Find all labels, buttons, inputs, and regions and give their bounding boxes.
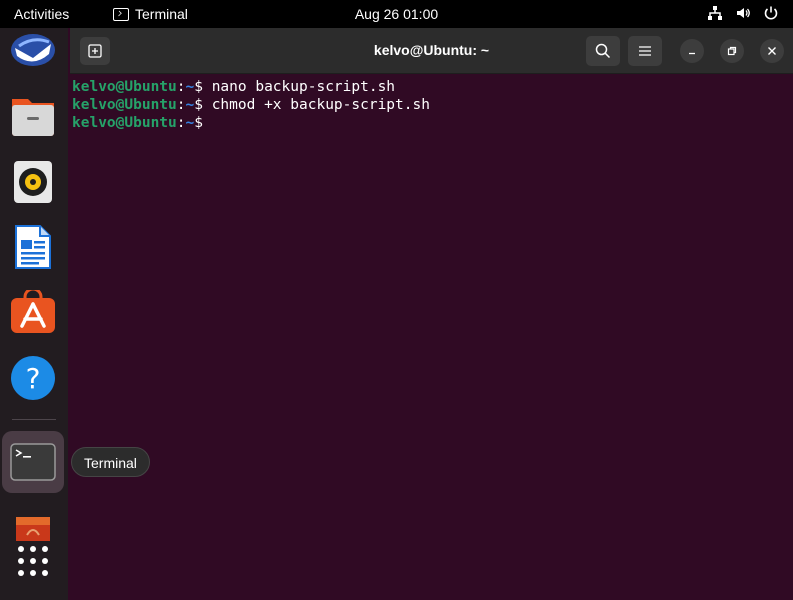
- command-text: nano backup-script.sh: [211, 79, 396, 95]
- prompt-user: kelvo@Ubuntu: [72, 115, 177, 131]
- volume-icon: [737, 8, 750, 18]
- prompt-colon: :: [176, 115, 186, 131]
- hamburger-menu-icon: [639, 46, 651, 56]
- terminal-line: kelvo@Ubuntu:~$: [72, 114, 791, 132]
- prompt-path: ~: [185, 115, 195, 131]
- dock-separator: [12, 419, 56, 420]
- prompt-path: ~: [185, 97, 195, 113]
- prompt-user: kelvo@Ubuntu: [72, 97, 177, 113]
- search-icon: [595, 43, 611, 59]
- prompt-symbol: $: [194, 115, 212, 131]
- prompt-path: ~: [185, 79, 195, 95]
- rhythmbox-icon: [14, 161, 52, 203]
- dock-tooltip: Terminal: [71, 447, 150, 477]
- system-status-area[interactable]: [707, 5, 779, 21]
- restore-icon: [727, 46, 737, 56]
- terminal-icon: [10, 443, 56, 481]
- prompt-symbol: $: [194, 97, 212, 113]
- help-icon: ?: [11, 356, 55, 400]
- dock-item-app-center[interactable]: [5, 284, 61, 340]
- minimize-icon: [689, 52, 695, 55]
- power-icon: [764, 6, 778, 20]
- prompt-colon: :: [176, 79, 186, 95]
- prompt-user: kelvo@Ubuntu: [72, 79, 177, 95]
- dock-item-help[interactable]: ?: [5, 350, 61, 406]
- menu-button[interactable]: [628, 36, 662, 66]
- minimize-button[interactable]: [680, 39, 704, 63]
- prompt-colon: :: [176, 97, 186, 113]
- terminal-line: kelvo@Ubuntu:~$ chmod +x backup-script.s…: [72, 96, 791, 114]
- terminal-window: kelvo@Ubuntu: ~ kelvo@Ubuntu:~$ nano bac…: [70, 28, 793, 600]
- svg-text:?: ?: [26, 362, 41, 395]
- show-apps-button[interactable]: [5, 533, 61, 589]
- dock-item-writer[interactable]: [5, 219, 61, 275]
- search-button[interactable]: [586, 36, 620, 66]
- dock-item-thunderbird[interactable]: [5, 24, 61, 80]
- prompt-symbol: $: [194, 79, 212, 95]
- command-text: chmod +x backup-script.sh: [211, 97, 430, 113]
- thunderbird-icon: [11, 34, 55, 66]
- terminal-output[interactable]: kelvo@Ubuntu:~$ nano backup-script.sh ke…: [70, 75, 793, 600]
- dock-item-rhythmbox[interactable]: [5, 154, 61, 210]
- dock-item-terminal[interactable]: [2, 431, 64, 493]
- dock: ?: [0, 28, 68, 600]
- files-icon: [12, 99, 54, 136]
- close-button[interactable]: [760, 39, 784, 63]
- close-icon: [768, 47, 776, 55]
- app-center-icon: [11, 290, 55, 333]
- network-icon: [708, 6, 722, 20]
- maximize-button[interactable]: [720, 39, 744, 63]
- writer-icon: [15, 225, 51, 269]
- top-bar: Activities Terminal Aug 26 01:00: [0, 0, 793, 28]
- clock[interactable]: Aug 26 01:00: [0, 6, 793, 22]
- show-apps-icon: [18, 546, 48, 576]
- header-bar: kelvo@Ubuntu: ~: [70, 28, 793, 74]
- terminal-line: kelvo@Ubuntu:~$ nano backup-script.sh: [72, 78, 791, 96]
- dock-item-files[interactable]: [5, 87, 61, 143]
